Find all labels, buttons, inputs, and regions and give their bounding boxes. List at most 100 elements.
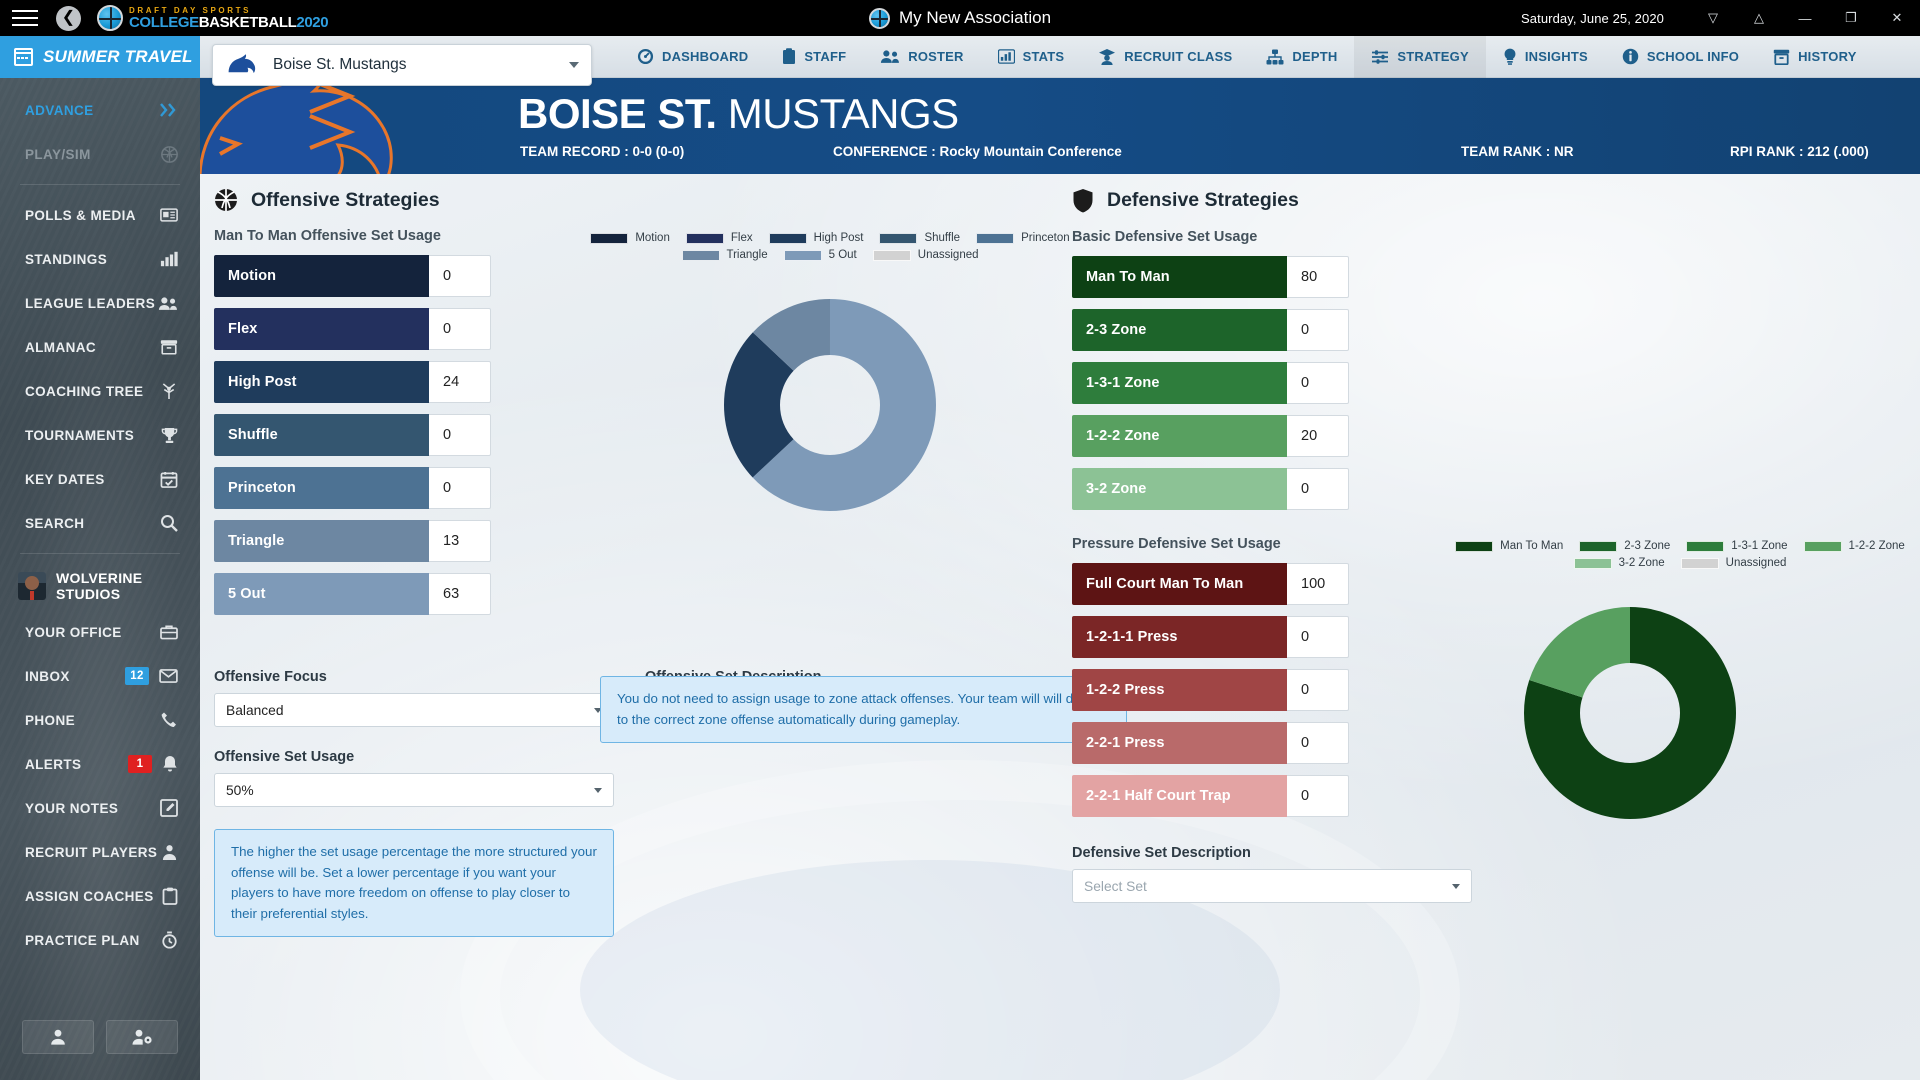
offensive-focus-select[interactable]: Balanced — [214, 693, 614, 727]
sidebar-item-alerts[interactable]: ALERTS 1 — [0, 742, 200, 786]
defense-set-value[interactable]: 0 — [1287, 616, 1349, 658]
sidebar-item-standings[interactable]: STANDINGS — [0, 237, 200, 281]
defensive-section-header: Defensive Strategies — [1072, 188, 1422, 213]
defense-pressure-set-row[interactable]: 1-2-2 Press 0 — [1072, 669, 1349, 711]
legend-item: 1-2-2 Zone — [1804, 540, 1905, 552]
tree-icon — [160, 383, 178, 400]
offense-set-value[interactable]: 0 — [429, 467, 491, 509]
sidebar-item-inbox[interactable]: INBOX 12 — [0, 654, 200, 698]
defense-pressure-set-row[interactable]: 2-2-1 Press 0 — [1072, 722, 1349, 764]
defense-basic-set-row[interactable]: 1-2-2 Zone 20 — [1072, 415, 1349, 457]
defense-set-value[interactable]: 20 — [1287, 415, 1349, 457]
defense-set-value[interactable]: 0 — [1287, 669, 1349, 711]
offensive-focus-group: Offensive Focus Balanced Offensive Set U… — [214, 669, 614, 937]
minimize-button[interactable]: — — [1782, 0, 1828, 36]
tab-label: DASHBOARD — [662, 49, 748, 64]
defense-pressure-set-row[interactable]: Full Court Man To Man 100 — [1072, 563, 1349, 605]
sidebar-item-assign-coaches[interactable]: ASSIGN COACHES — [0, 874, 200, 918]
defense-set-value[interactable]: 0 — [1287, 362, 1349, 404]
offensive-set-usage-value: 50% — [226, 783, 254, 798]
tab-depth[interactable]: DEPTH — [1249, 36, 1354, 78]
restore-up-icon[interactable]: △ — [1736, 0, 1782, 36]
offense-set-row[interactable]: Motion 0 — [214, 255, 491, 297]
defense-set-value[interactable]: 0 — [1287, 468, 1349, 510]
sidebar-item-league-leaders[interactable]: LEAGUE LEADERS — [0, 281, 200, 325]
offense-set-value[interactable]: 0 — [429, 255, 491, 297]
legend-label: Flex — [731, 232, 753, 244]
search-icon — [160, 514, 178, 532]
sidebar-item-playsim[interactable]: PLAY/SIM — [0, 132, 200, 176]
legend-item: Shuffle — [879, 232, 960, 244]
sidebar-item-coaching-tree[interactable]: COACHING TREE — [0, 369, 200, 413]
sidebar-item-key-dates[interactable]: KEY DATES — [0, 457, 200, 501]
sidebar-item-recruit-players[interactable]: RECRUIT PLAYERS — [0, 830, 200, 874]
offense-set-row[interactable]: 5 Out 63 — [214, 573, 491, 615]
profile-button[interactable] — [22, 1020, 94, 1054]
sidebar-item-search[interactable]: SEARCH — [0, 501, 200, 545]
offense-set-row[interactable]: Flex 0 — [214, 308, 491, 350]
note-edit-icon — [160, 799, 178, 817]
sidebar-item-almanac[interactable]: ALMANAC — [0, 325, 200, 369]
sidebar-item-label: TOURNAMENTS — [25, 428, 134, 443]
defense-set-value[interactable]: 80 — [1287, 256, 1349, 298]
tab-school-info[interactable]: SCHOOL INFO — [1605, 36, 1756, 78]
offensive-set-usage-select[interactable]: 50% — [214, 773, 614, 807]
envelope-icon — [159, 669, 178, 683]
sidebar-item-label: PLAY/SIM — [25, 147, 91, 162]
offense-set-row[interactable]: Shuffle 0 — [214, 414, 491, 456]
tab-history[interactable]: HISTORY — [1756, 36, 1873, 78]
offense-set-value[interactable]: 0 — [429, 414, 491, 456]
defense-basic-set-row[interactable]: 3-2 Zone 0 — [1072, 468, 1349, 510]
sidebar-item-practice-plan[interactable]: PRACTICE PLAN — [0, 918, 200, 962]
sidebar-item-advance[interactable]: ADVANCE — [0, 88, 200, 132]
sidebar-item-your-notes[interactable]: YOUR NOTES — [0, 786, 200, 830]
legend-label: 1-3-1 Zone — [1731, 540, 1787, 552]
association-name: My New Association — [899, 8, 1051, 28]
defense-set-value[interactable]: 0 — [1287, 775, 1349, 817]
newspaper-icon — [160, 208, 178, 222]
defensive-set-description-select[interactable]: Select Set — [1072, 869, 1472, 903]
offense-set-row[interactable]: Princeton 0 — [214, 467, 491, 509]
tab-roster[interactable]: ROSTER — [863, 36, 980, 78]
people-icon — [880, 49, 900, 64]
sidebar-item-tournaments[interactable]: TOURNAMENTS — [0, 413, 200, 457]
tab-staff[interactable]: STAFF — [765, 36, 863, 78]
menu-hamburger-icon[interactable] — [12, 9, 38, 27]
graduate-icon — [1098, 48, 1116, 65]
defense-set-name: Man To Man — [1072, 256, 1287, 298]
defense-set-value[interactable]: 0 — [1287, 722, 1349, 764]
sidebar-item-polls-media[interactable]: POLLS & MEDIA — [0, 193, 200, 237]
offense-set-value[interactable]: 13 — [429, 520, 491, 562]
maximize-button[interactable]: ❐ — [1828, 0, 1874, 36]
defense-set-value[interactable]: 0 — [1287, 309, 1349, 351]
defense-basic-set-row[interactable]: 1-3-1 Zone 0 — [1072, 362, 1349, 404]
tab-recruit-class[interactable]: RECRUIT CLASS — [1081, 36, 1249, 78]
offense-set-value[interactable]: 24 — [429, 361, 491, 403]
restore-down-icon[interactable]: ▽ — [1690, 0, 1736, 36]
offense-set-value[interactable]: 63 — [429, 573, 491, 615]
tab-insights[interactable]: INSIGHTS — [1486, 36, 1605, 78]
offense-set-row[interactable]: Triangle 13 — [214, 520, 491, 562]
back-arrow-icon[interactable]: ❮ — [56, 6, 81, 31]
legend-swatch — [769, 233, 807, 244]
sidebar-item-phone[interactable]: PHONE — [0, 698, 200, 742]
defense-basic-set-row[interactable]: 2-3 Zone 0 — [1072, 309, 1349, 351]
defense-basic-set-row[interactable]: Man To Man 80 — [1072, 256, 1349, 298]
defense-pressure-set-row[interactable]: 1-2-1-1 Press 0 — [1072, 616, 1349, 658]
legend-swatch — [682, 250, 720, 261]
tab-dashboard[interactable]: DASHBOARD — [620, 36, 765, 78]
team-selector-dropdown[interactable]: Boise St. Mustangs — [212, 44, 592, 86]
clipboard-icon — [162, 887, 178, 905]
manage-profile-button[interactable] — [106, 1020, 178, 1054]
sidebar-item-your-office[interactable]: YOUR OFFICE — [0, 610, 200, 654]
tab-strategy[interactable]: STRATEGY — [1354, 36, 1485, 78]
trophy-icon — [161, 427, 178, 444]
defense-pressure-set-row[interactable]: 2-2-1 Half Court Trap 0 — [1072, 775, 1349, 817]
defense-set-value[interactable]: 100 — [1287, 563, 1349, 605]
tab-stats[interactable]: STATS — [981, 36, 1082, 78]
offense-set-value[interactable]: 0 — [429, 308, 491, 350]
offense-set-row[interactable]: High Post 24 — [214, 361, 491, 403]
user-profile[interactable]: WOLVERINE STUDIOS — [0, 562, 200, 610]
offense-set-name: Motion — [214, 255, 429, 297]
close-button[interactable]: ✕ — [1874, 0, 1920, 36]
